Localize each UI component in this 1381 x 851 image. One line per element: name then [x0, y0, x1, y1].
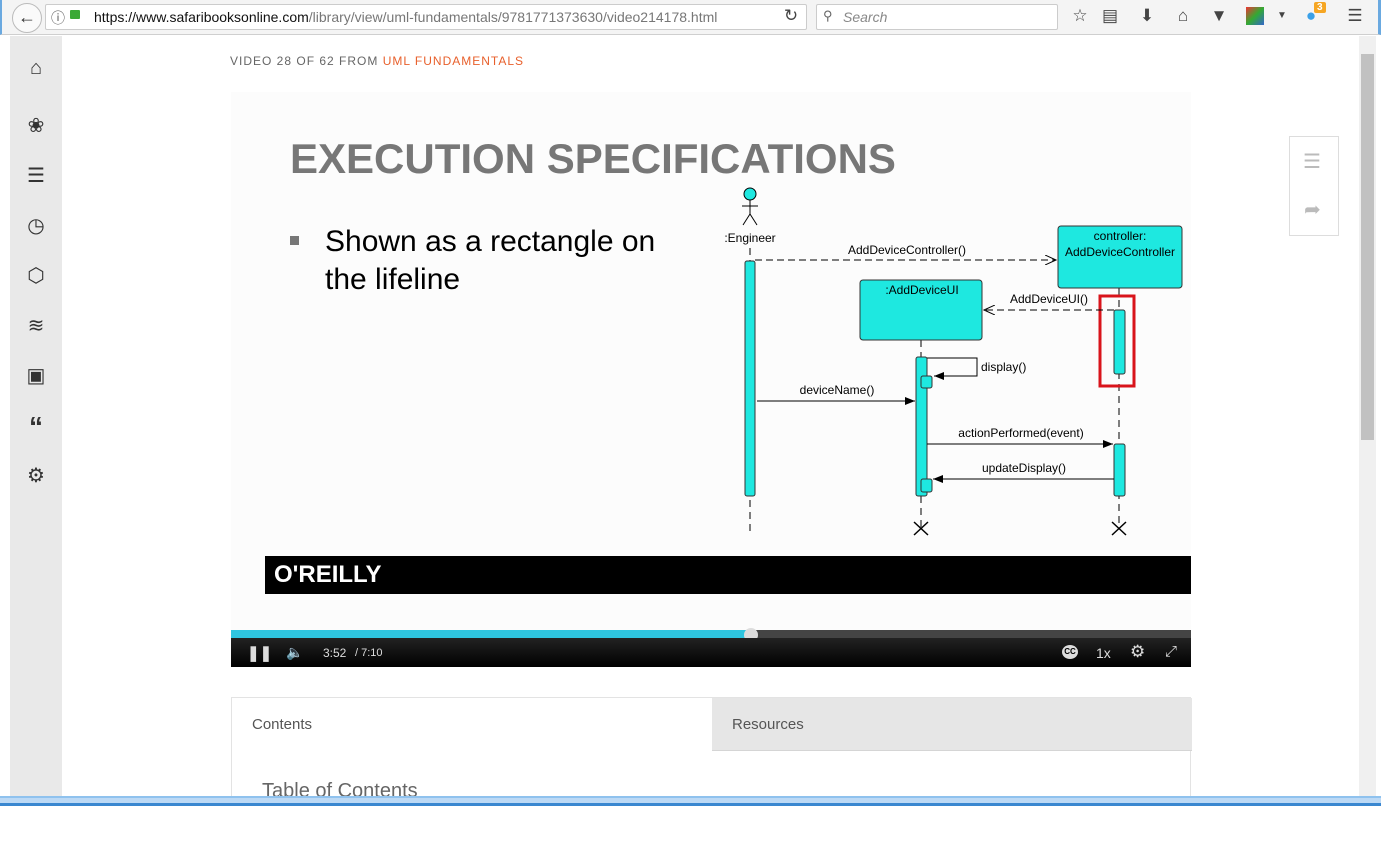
engineer-activation — [744, 260, 756, 497]
content-tabs: Contents Resources Table of Contents — [231, 697, 1192, 802]
progress-fill — [231, 630, 752, 638]
side-actions-panel: ☰ ➦ — [1289, 136, 1339, 236]
current-time: 3:52 — [323, 646, 347, 660]
controller-activation-2 — [1113, 443, 1126, 497]
slide-diagram: EXECUTION SPECIFICATIONS Shown as a rect… — [290, 135, 1183, 536]
video-frame[interactable]: EXECUTION SPECIFICATIONS Shown as a rect… — [231, 92, 1191, 630]
quote-icon[interactable]: “ — [10, 411, 62, 443]
destroy-icon — [913, 521, 1127, 536]
search-icon: ⚲ — [823, 8, 833, 23]
tab-label: Resources — [732, 716, 804, 733]
speed-button[interactable]: 1x — [1096, 645, 1111, 661]
message-label: actionPerformed(event) — [958, 426, 1083, 440]
duration: / 7:10 — [355, 647, 383, 659]
share-icon[interactable]: ➦ — [1304, 197, 1321, 222]
cube-icon[interactable]: ▣ — [10, 363, 62, 388]
slide-title: EXECUTION SPECIFICATIONS — [290, 135, 896, 182]
tab-resources[interactable]: Resources — [712, 698, 1192, 751]
bullet-text-2: the lifeline — [325, 263, 460, 296]
home-icon[interactable]: ⌂ — [10, 57, 62, 80]
reload-icon[interactable]: ↻ — [780, 6, 802, 26]
url-path: /library/view/uml-fundamentals/978177137… — [308, 9, 718, 25]
lock-icon — [70, 10, 80, 19]
captions-button[interactable]: CC — [1062, 645, 1078, 659]
controller-activation-1 — [1113, 309, 1126, 375]
notification-badge: 3 — [1314, 2, 1326, 13]
player-controls: ❚❚ 🔈 3:52 / 7:10 CC 1x ⚙ ⤢ — [231, 638, 1191, 667]
actor-icon — [742, 187, 758, 226]
bookmark-star-icon[interactable]: ☆ — [1069, 6, 1091, 26]
download-icon[interactable]: ⬇ — [1136, 6, 1158, 26]
actor-label: :Engineer — [724, 231, 775, 245]
search-placeholder: Search — [843, 9, 888, 25]
ui-nested-activation-1 — [920, 375, 933, 389]
message-label: AddDeviceUI() — [1010, 292, 1088, 306]
controller-label-2: AddDeviceController — [1065, 245, 1175, 259]
course-link[interactable]: UML FUNDAMENTALS — [383, 54, 524, 68]
tab-contents[interactable]: Contents — [232, 698, 712, 751]
url-text[interactable]: https://www.safaribooksonline.com/librar… — [94, 9, 717, 25]
settings-sliders-icon[interactable]: ≋ — [10, 313, 62, 338]
window-border — [0, 796, 1381, 806]
pocket-icon[interactable]: ▼ — [1208, 6, 1230, 26]
hexagon-icon[interactable]: ⬡ — [10, 263, 62, 288]
ui-nested-activation-2 — [920, 478, 933, 493]
bullet-text-1: Shown as a rectangle on — [325, 225, 655, 258]
tab-label: Contents — [252, 716, 313, 733]
s3-extension-icon[interactable] — [1246, 7, 1264, 25]
ui-label: :AddDeviceUI — [885, 283, 958, 297]
pause-button[interactable]: ❚❚ — [247, 644, 272, 662]
dropdown-icon[interactable]: ▼ — [1271, 10, 1293, 21]
gear-icon[interactable]: ⚙ — [10, 463, 62, 488]
message-label: display() — [981, 360, 1026, 374]
layers-icon[interactable]: ☰ — [1303, 149, 1321, 174]
info-icon[interactable]: ⓘ — [51, 8, 65, 28]
search-input[interactable]: Search — [816, 4, 1058, 30]
message-label: updateDisplay() — [982, 461, 1066, 475]
menu-icon[interactable]: ☰ — [1344, 6, 1366, 26]
reading-list-icon[interactable]: ▤ — [1099, 6, 1121, 26]
url-host: https://www.safaribooksonline.com — [94, 9, 309, 25]
scrollbar-thumb[interactable] — [1361, 54, 1374, 440]
breadcrumb-prefix: VIDEO 28 OF 62 FROM — [230, 54, 383, 68]
clock-icon[interactable]: ◷ — [10, 213, 62, 238]
message-label: AddDeviceController() — [848, 243, 966, 257]
controller-label-1: controller: — [1094, 229, 1147, 243]
message-label: deviceName() — [800, 383, 875, 397]
oreilly-logo: O'REILLY — [265, 556, 1191, 594]
layers-icon[interactable]: ☰ — [10, 163, 62, 188]
fullscreen-button[interactable]: ⤢ — [1165, 643, 1177, 660]
back-button[interactable]: ← — [12, 3, 42, 33]
topics-icon[interactable]: ❀ — [10, 113, 62, 138]
settings-button[interactable]: ⚙ — [1130, 642, 1145, 662]
volume-button[interactable]: 🔈 — [286, 644, 303, 661]
oreilly-logo-text: O'REILLY — [274, 561, 382, 588]
bullet-icon — [290, 236, 299, 245]
home-icon[interactable]: ⌂ — [1172, 6, 1194, 26]
breadcrumb: VIDEO 28 OF 62 FROM UML FUNDAMENTALS — [230, 54, 524, 68]
